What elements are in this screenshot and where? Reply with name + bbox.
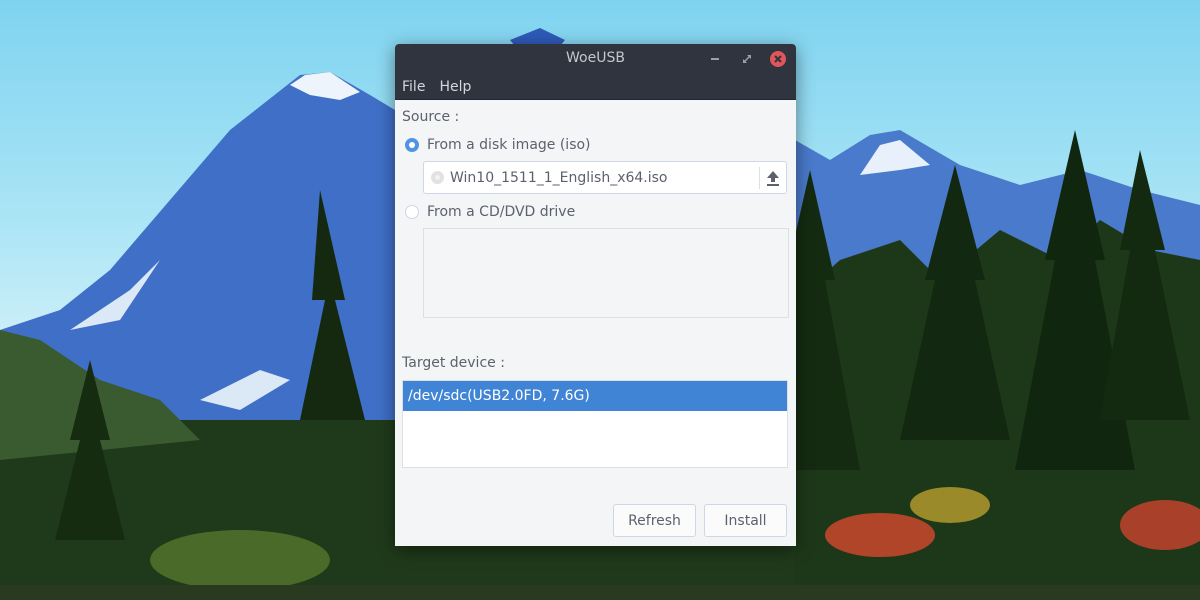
bush-green: [150, 530, 330, 590]
close-button[interactable]: [770, 51, 786, 67]
bush-yellow: [910, 487, 990, 523]
upload-icon: [767, 170, 779, 186]
radio-checked-icon[interactable]: [405, 138, 419, 152]
device-list-item[interactable]: /dev/sdc(USB2.0FD, 7.6G): [403, 381, 787, 411]
target-device-list[interactable]: /dev/sdc(USB2.0FD, 7.6G): [402, 380, 788, 468]
maximize-button[interactable]: [739, 51, 755, 67]
menu-file[interactable]: File: [402, 79, 425, 95]
woeusb-window: WoeUSB File Help Source : From a disk im…: [395, 44, 796, 546]
minimize-button[interactable]: [707, 51, 723, 67]
radio-cd-dvd[interactable]: From a CD/DVD drive: [405, 204, 575, 220]
install-button[interactable]: Install: [704, 504, 787, 537]
radio-disk-image[interactable]: From a disk image (iso): [405, 137, 591, 153]
radio-cd-dvd-label: From a CD/DVD drive: [427, 204, 576, 220]
iso-file-chooser[interactable]: Win10_1511_1_English_x64.iso: [423, 161, 787, 194]
source-label: Source :: [402, 109, 460, 125]
cd-drive-list[interactable]: [423, 228, 789, 318]
title-bar[interactable]: WoeUSB: [395, 44, 796, 74]
menu-help[interactable]: Help: [439, 79, 471, 95]
lake-edge: [0, 585, 1200, 600]
target-device-label: Target device :: [402, 355, 505, 371]
browse-button[interactable]: [760, 162, 786, 193]
main-content: Source : From a disk image (iso) Win10_1…: [395, 100, 796, 546]
radio-disk-image-label: From a disk image (iso): [427, 137, 591, 153]
disc-icon: [431, 171, 444, 184]
close-icon: [774, 55, 782, 63]
bush-red: [825, 513, 935, 557]
radio-unchecked-icon[interactable]: [405, 205, 419, 219]
maximize-icon: [743, 55, 751, 63]
refresh-button[interactable]: Refresh: [613, 504, 696, 537]
iso-file-name: Win10_1511_1_English_x64.iso: [450, 169, 668, 186]
minimize-icon: [711, 58, 719, 60]
menu-bar: File Help: [395, 74, 796, 100]
window-title: WoeUSB: [566, 50, 625, 66]
